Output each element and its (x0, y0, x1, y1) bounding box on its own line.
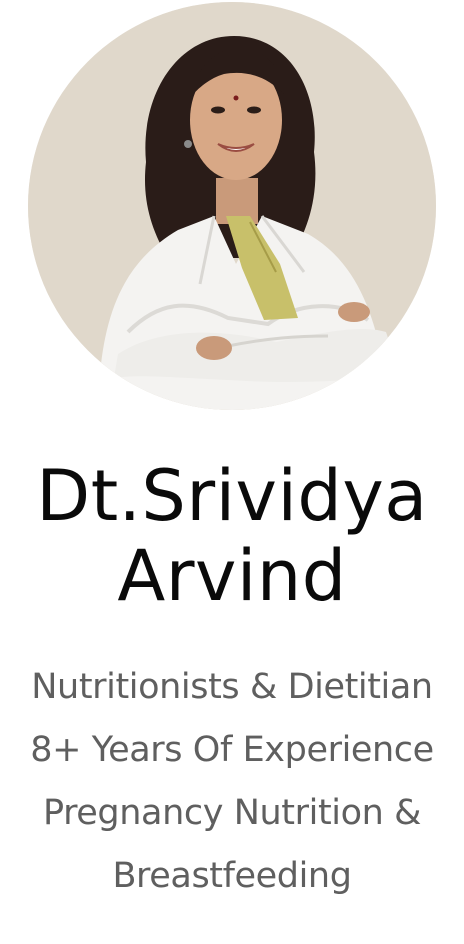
doctor-name: Dt.Srividya Arvind (0, 456, 464, 616)
profile-card: Dt.Srividya Arvind Nutritionists & Dieti… (0, 0, 464, 944)
experience-text: 8+ Years Of Experience (30, 730, 434, 770)
profile-details: Nutritionists & Dietitian 8+ Years Of Ex… (0, 656, 464, 908)
specialty-text: Nutritionists & Dietitian (31, 667, 433, 707)
name-line-2: Arvind (117, 535, 347, 617)
name-line-1: Dt.Srividya (36, 455, 428, 537)
profile-photo (28, 2, 436, 410)
profile-photo-illustration (28, 2, 436, 410)
focus-area-text-continued: Breastfeeding (112, 856, 352, 896)
focus-area-text: Pregnancy Nutrition & (42, 793, 422, 833)
